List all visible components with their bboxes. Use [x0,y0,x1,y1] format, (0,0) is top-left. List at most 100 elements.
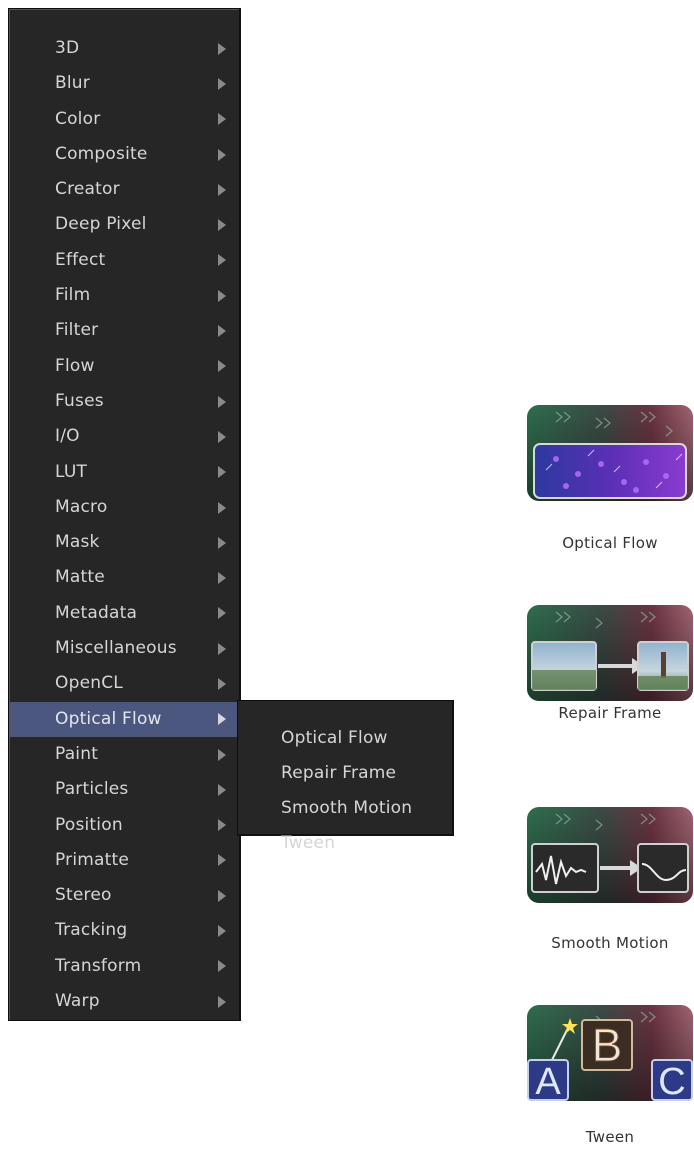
submenu-arrow-icon [218,889,226,902]
menu-item-label: OpenCL [55,673,123,694]
menu-item-label: LUT [55,461,88,482]
submenu-arrow-icon [218,642,226,655]
tool-label: Tween [585,1128,635,1146]
menu-item-label: 3D [55,38,80,58]
repair-frame-icon [527,605,693,701]
menu-item-io[interactable]: I/O [9,419,239,454]
menu-item-label: Paint [55,743,99,764]
menu-item-matte[interactable]: Matte [9,560,239,595]
submenu-arrow-icon [218,960,226,973]
menu-item-metadata[interactable]: Metadata [9,596,239,631]
tool-label: Optical Flow [562,534,658,552]
submenu-arrow-icon [218,925,226,938]
tool-label: Repair Frame [558,704,662,722]
menu-item-deep-pixel[interactable]: Deep Pixel [9,207,239,242]
menu-item-lut[interactable]: LUT [9,455,239,490]
menu-item-label: Effect [55,249,106,270]
submenu-arrow-icon [218,713,226,726]
menu-item-label: Warp [55,991,100,1012]
menu-item-transform[interactable]: Transform [9,949,239,984]
menu-item-particles[interactable]: Particles [9,772,239,807]
menu-item-label: Creator [55,179,120,200]
menu-item-label: Position [55,814,123,835]
submenu-item-repair-frame[interactable]: Repair Frame [238,756,452,791]
submenu-arrow-icon [218,466,226,479]
menu-item-label: Filter [55,320,99,341]
tween-icon: B A C [527,1005,693,1102]
menu-item-label: Blur [55,73,90,94]
menu-item-primatte[interactable]: Primatte [9,843,239,878]
menu-item-tracking[interactable]: Tracking [9,913,239,948]
menu-item-label: Flow [55,355,95,376]
submenu-item-optical-flow[interactable]: Optical Flow [238,721,452,756]
submenu-arrow-icon [218,183,226,196]
submenu-arrow-icon [218,219,226,232]
submenu-arrow-icon [218,748,226,761]
menu-item-3d[interactable]: 3D [9,31,239,66]
submenu-arrow-icon [218,819,226,832]
menu-item-label: Tracking [55,920,128,941]
menu-item-color[interactable]: Color [9,102,239,137]
menu-item-label: Stereo [55,885,112,906]
menu-item-warp[interactable]: Warp [9,984,239,1019]
tool-repair-frame[interactable]: Repair Frame [526,604,694,722]
menu-item-composite[interactable]: Composite [9,137,239,172]
menu-item-label: Mask [55,532,100,553]
menu-item-label: Optical Flow [55,708,162,729]
menu-item-label: I/O [55,426,80,447]
menu-item-macro[interactable]: Macro [9,490,239,525]
menu-item-label: Composite [55,143,148,164]
menu-item-label: Macro [55,496,108,517]
menu-item-creator[interactable]: Creator [9,172,239,207]
submenu-arrow-icon [218,677,226,690]
menu-item-label: Metadata [55,602,138,623]
menu-item-film[interactable]: Film [9,278,239,313]
submenu-arrow-icon [218,995,226,1008]
submenu-arrow-icon [218,77,226,90]
menu-item-label: Transform [55,955,142,976]
menu-item-label: Primatte [55,849,130,870]
submenu-arrow-icon [218,430,226,443]
menu-item-filter[interactable]: Filter [9,313,239,348]
tool-optical-flow[interactable]: Optical Flow [526,404,694,552]
menu-item-fuses[interactable]: Fuses [9,384,239,419]
tool-tween[interactable]: B A C Tween [526,1004,694,1146]
submenu-arrow-icon [218,536,226,549]
menu-item-label: Particles [55,779,129,800]
submenu-arrow-icon [218,289,226,302]
menu-item-effect[interactable]: Effect [9,243,239,278]
menu-item-position[interactable]: Position [9,808,239,843]
submenu-arrow-icon [218,148,226,161]
submenu-item-tween[interactable]: Tween [238,826,452,861]
menu-item-miscellaneous[interactable]: Miscellaneous [9,631,239,666]
menu-item-flow[interactable]: Flow [9,349,239,384]
menu-item-mask[interactable]: Mask [9,525,239,560]
svg-text:C: C [658,1061,685,1102]
menu-item-stereo[interactable]: Stereo [9,878,239,913]
menu-item-label: Miscellaneous [55,638,177,659]
menu-item-opencl[interactable]: OpenCL [9,666,239,701]
tool-smooth-motion[interactable]: Smooth Motion [526,806,694,952]
optical-flow-icon [527,405,693,501]
menu-item-label: Color [55,108,101,129]
submenu-arrow-icon [218,783,226,796]
submenu-arrow-icon [218,325,226,338]
submenu-item-smooth-motion[interactable]: Smooth Motion [238,791,452,826]
submenu-arrow-icon [218,113,226,126]
tool-label: Smooth Motion [551,934,669,952]
menu-item-label: Fuses [55,390,104,411]
submenu-arrow-icon [218,854,226,867]
submenu-arrow-icon [218,42,226,55]
optical-flow-submenu: Optical Flow Repair Frame Smooth Motion … [237,700,454,853]
submenu-arrow-icon [218,254,226,267]
menu-item-label: Film [55,285,91,306]
submenu-arrow-icon [218,607,226,620]
submenu-arrow-icon [218,572,226,585]
smooth-motion-icon [527,807,693,903]
menu-item-optical-flow[interactable]: Optical Flow [9,701,239,737]
submenu-arrow-icon [218,501,226,514]
menu-item-label: Matte [55,567,105,588]
tools-context-menu: 3D Blur Color Composite Creator Deep Pix… [8,8,241,1021]
menu-item-paint[interactable]: Paint [9,737,239,772]
menu-item-blur[interactable]: Blur [9,66,239,101]
